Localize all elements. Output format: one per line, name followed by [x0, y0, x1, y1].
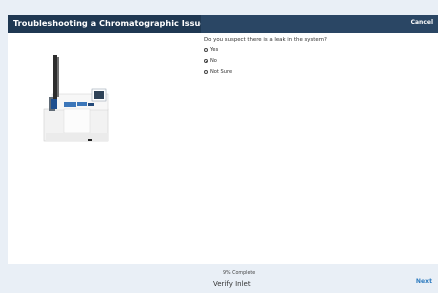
option-not-sure-label: Not Sure	[210, 69, 233, 75]
next-button[interactable]: Next	[416, 278, 432, 285]
radio-no[interactable]	[204, 59, 208, 63]
gas-chromatograph-illustration	[43, 55, 109, 142]
troubleshooting-app: Troubleshooting a Chromatographic Issue …	[0, 0, 438, 293]
question-text: Do you suspect there is a leak in the sy…	[204, 37, 327, 43]
header-bar: Troubleshooting a Chromatographic Issue …	[8, 15, 438, 33]
progress-text: 9% Complete	[223, 271, 256, 276]
option-yes-label: Yes	[210, 47, 219, 53]
header-title-area: Troubleshooting a Chromatographic Issue	[8, 15, 206, 33]
instrument-image	[8, 33, 198, 264]
cancel-button[interactable]: Cancel	[411, 19, 433, 26]
option-no[interactable]: No	[204, 58, 217, 64]
footer-bar: 9% Complete Verify Inlet Next	[8, 264, 438, 293]
radio-not-sure[interactable]	[204, 70, 208, 74]
step-title: Verify Inlet	[213, 280, 251, 288]
option-yes[interactable]: Yes	[204, 47, 218, 53]
content-panel: Do you suspect there is a leak in the sy…	[8, 33, 438, 264]
option-no-label: No	[210, 58, 217, 64]
radio-yes[interactable]	[204, 48, 208, 52]
option-not-sure[interactable]: Not Sure	[204, 69, 232, 75]
page-title: Troubleshooting a Chromatographic Issue	[13, 18, 206, 28]
header-action-area: Cancel	[201, 15, 438, 33]
